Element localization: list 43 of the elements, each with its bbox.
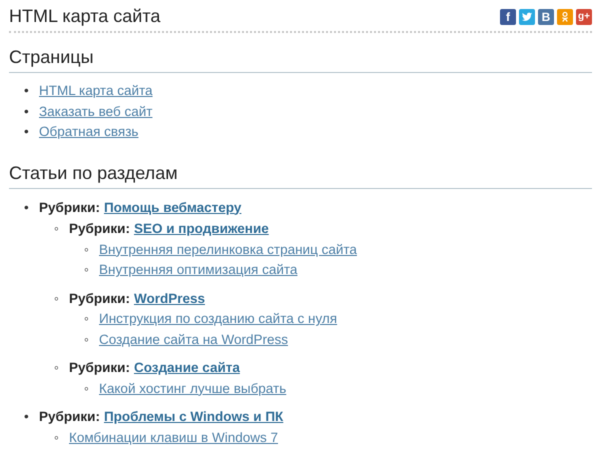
page-link[interactable]: Внутренняя оптимизация сайта	[99, 260, 298, 280]
page-link[interactable]: Обратная связь	[39, 122, 138, 142]
bullet: ◦	[54, 359, 60, 377]
bullet: ◦	[84, 261, 90, 279]
category-link[interactable]: Помощь вебмастеру	[104, 198, 242, 218]
bullet: •	[24, 102, 30, 120]
bullet: ◦	[54, 428, 60, 446]
page-link[interactable]: Внутренняя перелинковка страниц сайта	[99, 240, 357, 260]
page-link[interactable]: Какой хостинг лучше выбрать	[99, 378, 286, 399]
bullet: ◦	[84, 240, 90, 258]
bullet: •	[24, 82, 30, 100]
section-heading: Статьи по разделам	[9, 162, 592, 188]
bullet: •	[24, 123, 30, 141]
category-link[interactable]: Создание сайта	[134, 358, 240, 378]
figure-icon	[559, 10, 571, 22]
bullet: •	[24, 198, 30, 216]
category-label: Рубрики:	[69, 290, 130, 308]
twitter-share-button[interactable]	[519, 8, 535, 24]
page-link[interactable]: Инструкция по созданию сайта с нуля	[99, 309, 338, 330]
bullet: ◦	[84, 330, 90, 348]
category-label: Рубрики:	[39, 408, 100, 426]
category-link[interactable]: WordPress	[134, 288, 205, 309]
page-link[interactable]: Комбинации клавиш в Windows 7	[69, 428, 278, 448]
page-link[interactable]: HTML карта сайта	[39, 81, 153, 102]
category-link[interactable]: Проблемы с Windows и ПК	[104, 407, 284, 428]
bullet: •	[24, 408, 30, 426]
category-label: Рубрики:	[39, 198, 100, 217]
bullet: ◦	[84, 380, 90, 398]
category-link[interactable]: SEO и продвижение	[134, 219, 269, 240]
vk-share-button[interactable]: B	[538, 8, 554, 24]
section-heading: Страницы	[9, 47, 592, 73]
bullet: ◦	[54, 220, 60, 238]
bullet: ◦	[54, 290, 60, 308]
page-link[interactable]: Заказать веб сайт	[39, 102, 152, 122]
bullet: ◦	[84, 310, 90, 328]
googleplus-share-button[interactable]: g+	[576, 8, 592, 24]
odnoklassniki-share-button[interactable]	[557, 8, 573, 24]
bird-icon	[521, 10, 533, 22]
facebook-share-button[interactable]: f	[500, 8, 516, 24]
page-link[interactable]: Создание сайта на WordPress	[99, 330, 288, 350]
category-label: Рубрики:	[69, 220, 130, 238]
category-label: Рубрики:	[69, 359, 130, 377]
page-title: HTML карта сайта	[9, 6, 160, 27]
